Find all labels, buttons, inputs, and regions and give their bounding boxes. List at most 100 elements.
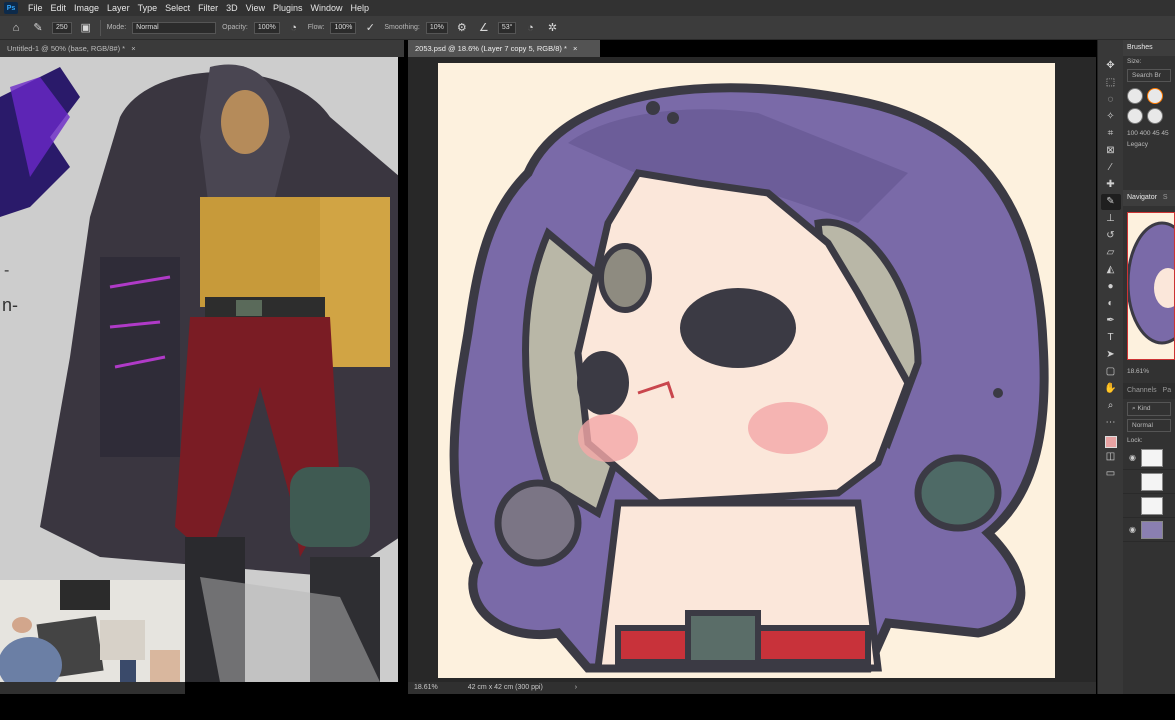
menu-image[interactable]: Image (70, 0, 103, 16)
brush-size-field[interactable]: 250 (52, 21, 72, 34)
foreground-color-swatch[interactable] (1104, 436, 1117, 448)
menu-file[interactable]: File (24, 0, 47, 16)
secondary-tab-label[interactable]: S (1163, 194, 1168, 201)
paths-tab-label[interactable]: Pa (1163, 387, 1172, 394)
tab-untitled-1[interactable]: Untitled-1 @ 50% (base, RGB/8#) * × (0, 40, 404, 57)
tab-close-icon[interactable]: × (131, 44, 135, 53)
layer-row[interactable] (1123, 470, 1175, 494)
brush-search-input[interactable]: Search Br (1127, 69, 1171, 82)
status-bar: 18.61% 42 cm x 42 cm (300 ppi) › (408, 682, 1096, 694)
path-select-icon[interactable]: ➤ (1101, 347, 1121, 363)
stamp-icon[interactable]: ⊥ (1101, 211, 1121, 227)
blur-icon[interactable]: ● (1101, 279, 1121, 295)
main-document-canvas-area[interactable] (408, 57, 1096, 682)
kind-label: Kind (1137, 405, 1151, 412)
brush-size-label: Size: (1127, 58, 1142, 65)
pressure-size-icon[interactable]: ◔ (522, 22, 538, 34)
brush-size-value: 100 (1127, 130, 1138, 137)
smoothing-settings-gear-icon[interactable]: ⚙ (454, 21, 470, 34)
divider (99, 19, 101, 36)
active-canvas[interactable] (438, 63, 1055, 678)
move-icon[interactable]: ✥ (1101, 58, 1121, 74)
dodge-icon[interactable]: ◐ (1101, 296, 1121, 312)
mode-select[interactable]: Normal (132, 21, 217, 34)
tab-label: 2053.psd @ 18.6% (Layer 7 copy 5, RGB/8)… (415, 44, 567, 53)
menu-edit[interactable]: Edit (47, 0, 71, 16)
layer-row[interactable]: ◉ (1123, 518, 1175, 542)
menu-3d[interactable]: 3D (222, 0, 242, 16)
magic-wand-icon[interactable]: ✧ (1101, 109, 1121, 125)
brush-preset-selected[interactable] (1147, 88, 1163, 104)
status-menu-chevron-icon[interactable]: › (575, 684, 577, 691)
tab-label: Untitled-1 @ 50% (base, RGB/8#) * (7, 44, 126, 53)
menu-view[interactable]: View (242, 0, 269, 16)
flow-field[interactable]: 100% (330, 21, 357, 34)
bucket-icon[interactable]: ◭ (1101, 262, 1121, 278)
document-size-readout: 42 cm x 42 cm (300 ppi) (467, 684, 543, 691)
navigator-zoom-readout[interactable]: 18.61% (1123, 366, 1175, 377)
layer-thumbnail (1141, 472, 1163, 491)
symmetry-icon[interactable]: ✲ (544, 21, 560, 34)
menu-plugins[interactable]: Plugins (269, 0, 307, 16)
history-brush-icon[interactable]: ↺ (1101, 228, 1121, 244)
menu-bar: Ps File Edit Image Layer Type Select Fil… (0, 0, 1175, 16)
layer-thumbnail (1141, 520, 1163, 539)
tab-channels[interactable]: Channels Pa (1123, 383, 1175, 399)
brush-size-values: 100 400 45 45 (1123, 128, 1175, 139)
menu-select[interactable]: Select (161, 0, 194, 16)
frame-icon[interactable]: ⊠ (1101, 143, 1121, 159)
eye-icon[interactable]: ◉ (1129, 525, 1137, 534)
flow-label: Flow: (307, 24, 325, 31)
brush-settings-icon[interactable]: ▣ (78, 21, 94, 34)
channels-tab-label: Channels (1127, 387, 1157, 394)
angle-field[interactable]: 53° (497, 21, 517, 34)
menu-layer[interactable]: Layer (103, 0, 134, 16)
photoshop-logo-icon: Ps (4, 2, 18, 14)
home-icon[interactable]: ⌂ (8, 22, 24, 34)
menu-filter[interactable]: Filter (194, 0, 222, 16)
brush-icon[interactable]: ✎ (1100, 194, 1121, 210)
navigator-preview-image (1128, 213, 1174, 359)
layer-row[interactable] (1123, 494, 1175, 518)
navigator-tab-label: Navigator (1127, 194, 1157, 201)
layer-thumbnail (1141, 448, 1163, 467)
zoom-readout[interactable]: 18.61% (414, 684, 438, 691)
quick-mask-icon[interactable]: ◫ (1101, 449, 1121, 465)
navigator-thumbnail[interactable] (1127, 212, 1175, 360)
screen-mode-icon[interactable]: ▭ (1101, 466, 1121, 482)
eyedropper-icon[interactable]: ⁄ (1101, 160, 1121, 176)
eye-icon[interactable]: ◉ (1129, 453, 1137, 462)
brush-folder-legacy[interactable]: Legacy (1123, 139, 1175, 150)
healing-icon[interactable]: ✚ (1101, 177, 1121, 193)
brush-preset[interactable] (1127, 108, 1143, 124)
zoom-icon[interactable]: ⌕ (1101, 398, 1121, 414)
blend-mode-select[interactable]: Normal (1127, 419, 1171, 432)
lasso-icon[interactable]: ◌ (1101, 92, 1121, 108)
layer-filter-kind[interactable]: ⌕ Kind (1127, 402, 1171, 416)
opacity-field[interactable]: 100% (253, 21, 280, 34)
brush-tool-icon[interactable]: ✎ (30, 21, 46, 34)
type-icon[interactable]: T (1101, 330, 1121, 346)
brush-presets-grid (1123, 84, 1175, 128)
pressure-opacity-icon[interactable]: ◔ (286, 22, 302, 34)
tab-2053-psd[interactable]: 2053.psd @ 18.6% (Layer 7 copy 5, RGB/8)… (408, 40, 600, 57)
crop-icon[interactable]: ⌗ (1101, 126, 1121, 142)
menu-type[interactable]: Type (134, 0, 162, 16)
brush-preset[interactable] (1147, 108, 1163, 124)
smoothing-field[interactable]: 10% (425, 21, 448, 34)
pen-icon[interactable]: ✒ (1101, 313, 1121, 329)
eraser-icon[interactable]: ▱ (1101, 245, 1121, 261)
shape-icon[interactable]: ▢ (1101, 364, 1121, 380)
menu-window[interactable]: Window (307, 0, 347, 16)
tab-close-icon[interactable]: × (573, 44, 577, 53)
hand-icon[interactable]: ✋ (1101, 381, 1121, 397)
airbrush-icon[interactable]: ✓ (362, 21, 378, 34)
brush-preset[interactable] (1127, 88, 1143, 104)
layer-row[interactable]: ◉ (1123, 446, 1175, 470)
mode-label: Mode: (106, 24, 127, 31)
tab-navigator[interactable]: Navigator S (1123, 190, 1175, 206)
marquee-icon[interactable]: ⬚ (1101, 75, 1121, 91)
more-icon[interactable]: ⋯ (1101, 415, 1121, 431)
tab-brushes[interactable]: Brushes (1123, 40, 1175, 56)
menu-help[interactable]: Help (347, 0, 374, 16)
